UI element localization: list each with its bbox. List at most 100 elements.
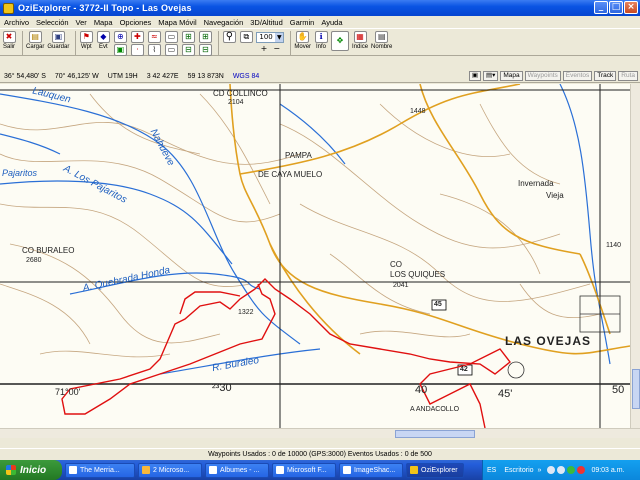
label-grid-50: 50: [612, 384, 625, 396]
messenger-icon[interactable]: [567, 466, 576, 474]
salir-button[interactable]: ✖ Salir: [2, 31, 16, 50]
menu-opciones[interactable]: Opciones: [120, 18, 152, 27]
menu-archivo[interactable]: Archivo: [4, 18, 29, 27]
roads: [229, 84, 630, 355]
minimize-button[interactable]: _: [594, 1, 608, 14]
vertical-scrollbar[interactable]: [630, 84, 640, 428]
grid-button[interactable]: ⊞ ⊟: [181, 31, 195, 56]
zoom-control[interactable]: 100 ▼ + −: [256, 31, 285, 53]
label-collinco: CD COLLINCO: [213, 89, 268, 98]
frontpage-icon: [276, 466, 284, 474]
zoom-tool-button[interactable]: ⚲: [222, 31, 236, 43]
horizontal-scroll-thumb[interactable]: [395, 430, 475, 438]
pan-button[interactable]: ✥: [331, 31, 350, 51]
zoom-out-icon[interactable]: −: [273, 44, 280, 53]
task-imageshack[interactable]: ImageShac...: [339, 462, 403, 478]
track-tools-button[interactable]: ≈ ⌇: [147, 31, 161, 56]
vertical-scroll-thumb[interactable]: [632, 369, 640, 409]
map-tools-button[interactable]: ⊞ ⊟: [198, 31, 212, 56]
start-label: Inicio: [20, 464, 47, 476]
task-label: ImageShac...: [354, 466, 396, 474]
task-microsoft-f[interactable]: Microsoft F...: [272, 462, 336, 478]
event-icon: ◆: [96, 31, 110, 43]
draw-icon: ✚: [130, 31, 144, 43]
security-icon[interactable]: [577, 466, 586, 474]
volume-icon[interactable]: [547, 466, 556, 474]
menu-seleccion[interactable]: Selección: [36, 18, 69, 27]
label-1322: 1322: [238, 309, 254, 316]
label-grid-7100: 71°00': [55, 387, 81, 397]
zoom-select[interactable]: 100 ▼: [256, 32, 285, 43]
info-label: Info: [316, 44, 327, 50]
info-button[interactable]: ℹ Info: [314, 31, 328, 50]
map-canvas[interactable]: CD COLLINCO 2104 1448 PAMPA DE CAYA MUEL…: [0, 84, 630, 428]
tab-eventos[interactable]: Eventos: [562, 71, 593, 81]
horizontal-scrollbar[interactable]: [0, 428, 640, 438]
desktop-toolbar[interactable]: Escritorio: [504, 467, 533, 474]
indice-button[interactable]: ▦ Indice: [352, 31, 368, 50]
label-caya-muelo: DE CAYA MUELO: [258, 170, 323, 179]
network-icon[interactable]: [557, 466, 566, 474]
tab-waypoints[interactable]: Waypoints: [524, 71, 561, 81]
label-grid-2330: ²³30: [212, 382, 232, 394]
wpt-label: Wpt: [81, 44, 92, 50]
event-button[interactable]: ◆ Evt: [96, 31, 110, 50]
map-tools-icon: ⊞: [198, 31, 212, 43]
menu-ayuda[interactable]: Ayuda: [321, 18, 342, 27]
tab-track[interactable]: Track: [594, 71, 617, 81]
names-button[interactable]: ▭ ▭: [164, 31, 178, 56]
title-bar: OziExplorer - 3772-II Topo - Las Ovejas …: [0, 0, 640, 16]
close-button[interactable]: ×: [624, 1, 638, 14]
window-title: OziExplorer - 3772-II Topo - Las Ovejas: [18, 3, 192, 13]
task-microsoft-group[interactable]: 2 Microso...: [138, 462, 202, 478]
zoom-window-button[interactable]: ⧉: [239, 31, 253, 43]
coordinates-bar: 36° 54,480' S 70° 46,125' W UTM 19H 3 42…: [0, 70, 640, 83]
task-oziexplorer[interactable]: OziExplorer: [406, 462, 464, 478]
menu-mapa-movil[interactable]: Mapa Móvil: [158, 18, 196, 27]
menu-navegacion[interactable]: Navegación: [204, 18, 244, 27]
nombre-label: Nombre: [371, 44, 393, 50]
language-indicator[interactable]: ES: [487, 467, 496, 474]
browser-icon: [209, 466, 217, 474]
label-co: CO: [390, 260, 402, 269]
cargar-button[interactable]: ▤ Cargar: [26, 31, 44, 50]
easting-readout: 3 42 427E: [146, 72, 179, 80]
start-button[interactable]: Inicio: [0, 460, 62, 480]
maximize-button[interactable]: □: [609, 1, 623, 14]
task-merriam[interactable]: The Merria...: [65, 462, 135, 478]
mover-label: Mover: [294, 44, 312, 50]
disk-icon[interactable]: ▤▾: [482, 71, 499, 81]
chevron-double-right-icon[interactable]: »: [538, 467, 542, 474]
label-grid-40: 40: [415, 384, 428, 396]
index-icon: ▦: [353, 31, 367, 43]
draw-button[interactable]: ✚ ·: [130, 31, 144, 56]
route-icon: ⊕: [113, 31, 127, 43]
topographic-map[interactable]: [0, 84, 630, 428]
contour-lines: [0, 93, 601, 358]
chevron-down-icon: ▼: [275, 33, 284, 42]
waypoint-button[interactable]: ⚑ Wpt: [79, 31, 93, 50]
menu-bar: Archivo Selección Ver Mapa Opciones Mapa…: [0, 16, 640, 28]
grid-icon: ⊞: [181, 31, 195, 43]
label-quiques-elev: 2041: [393, 282, 409, 289]
label-los-quiques: LOS QUIQUES: [390, 270, 446, 279]
guardar-button[interactable]: ▣ Guardar: [47, 31, 69, 50]
menu-mapa[interactable]: Mapa: [94, 18, 113, 27]
zoom-in-icon[interactable]: +: [261, 44, 268, 53]
task-label: The Merria...: [80, 466, 120, 474]
menu-ver[interactable]: Ver: [76, 18, 87, 27]
nombre-button[interactable]: ▤ Nombre: [371, 31, 392, 50]
browser-icon: [69, 466, 77, 474]
zoom-value: 100: [259, 33, 273, 41]
task-albumes[interactable]: Albumes - ...: [205, 462, 269, 478]
tab-ruta[interactable]: Ruta: [618, 71, 638, 81]
route-button[interactable]: ⊕ ▣: [113, 31, 127, 56]
mover-button[interactable]: ✋ Mover: [294, 31, 311, 50]
salir-label: Salir: [2, 44, 15, 50]
menu-3d-altitud[interactable]: 3D/Altitud: [250, 18, 283, 27]
menu-garmin[interactable]: Garmin: [290, 18, 315, 27]
screen-icon[interactable]: ▣: [468, 71, 481, 81]
track-icon: ▣: [113, 44, 127, 56]
tab-mapa[interactable]: Mapa: [500, 71, 523, 81]
utm-zone-readout: UTM 19H: [107, 72, 138, 80]
